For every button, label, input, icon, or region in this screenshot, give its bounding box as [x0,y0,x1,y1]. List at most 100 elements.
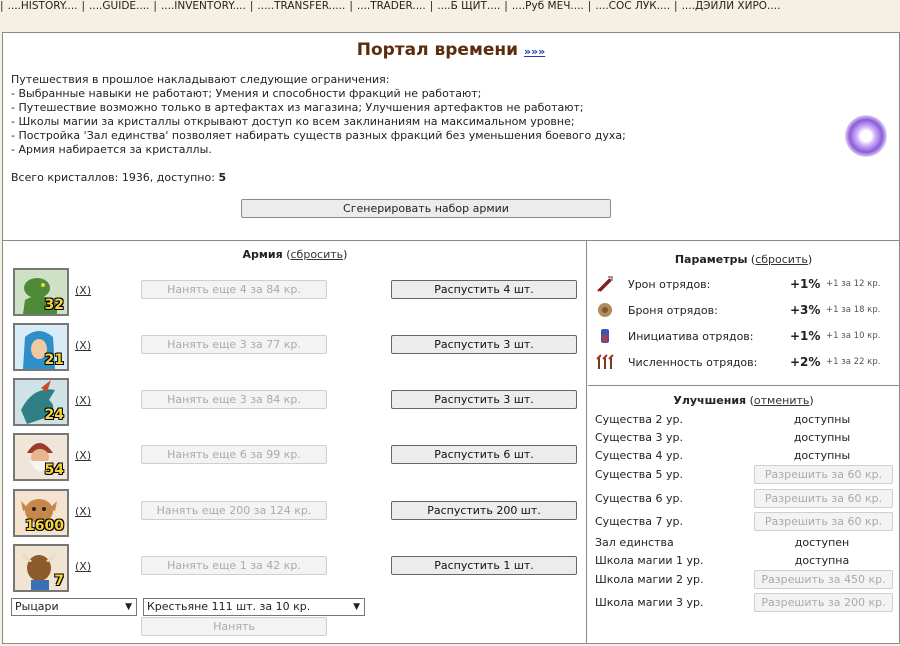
param-row[interactable]: Броня отрядов: +3% +1 за 18 кр. [588,299,899,323]
upgrade-row: Существа 7 ур. Разрешить за 60 кр. [588,512,899,532]
param-value: +3% [790,303,821,317]
parameters-heading: Параметры (сбросить) [674,253,813,266]
upgrades-heading: Улучшения (отменить) [673,394,814,407]
nav-daily-hero[interactable]: ....ДЭЙЛИ ХИРО.... [678,0,785,13]
chevron-down-icon: ▼ [125,602,132,612]
page-title: Портал времени »»» [356,40,546,60]
unlock-button[interactable]: Разрешить за 450 кр. [754,570,893,589]
unit-portrait[interactable]: 54 [13,433,69,481]
remove-unit-link[interactable]: (X) [75,449,91,462]
upgrade-status: доступны [793,413,851,426]
remove-unit-link[interactable]: (X) [75,505,91,518]
army-unit-row: 54 (X) Нанять еще 6 за 99 кр. Распустить… [3,433,587,483]
upgrade-row: Существа 2 ур. доступны [588,410,899,430]
parameters-reset-link[interactable]: сбросить [755,253,808,266]
rule-line: - Школы магии за кристаллы открывают дос… [11,115,575,129]
unlock-button[interactable]: Разрешить за 60 кр. [754,489,893,508]
top-navigation: | ....HISTORY.... | ....GUIDE.... | ....INVEN… [0,0,900,16]
hire-more-button[interactable]: Нанять еще 4 за 84 кр. [141,280,327,299]
unit-count: 21 [44,352,64,368]
army-heading: Армия (сбросить) [242,248,348,261]
generate-army-button[interactable]: Сгенерировать набор армии [241,199,611,218]
unit-portrait[interactable]: 1600 [13,489,69,537]
remove-unit-link[interactable]: (X) [75,394,91,407]
dismiss-button[interactable]: Распустить 1 шт. [391,556,577,575]
upgrade-row: Существа 5 ур. Разрешить за 60 кр. [588,465,899,485]
param-value: +1% [790,329,821,343]
nav-bow[interactable]: ....СОС ЛУК.... [591,0,674,13]
army-section: Армия (сбросить) 32 (X) Нанять еще 4 за … [3,241,587,643]
hire-more-button[interactable]: Нанять еще 1 за 42 кр. [141,556,327,575]
army-reset-link[interactable]: сбросить [291,248,344,261]
army-unit-row: 1600 (X) Нанять еще 200 за 124 кр. Распу… [3,489,587,539]
nav-trader[interactable]: ....TRADER.... [353,0,430,13]
crystals-info: Всего кристаллов: 1936, доступно: 5 [11,171,227,184]
param-price: +1 за 22 кр. [826,357,881,367]
nav-shield[interactable]: ....Б ЩИТ.... [433,0,504,13]
remove-unit-link[interactable]: (X) [75,339,91,352]
param-row[interactable]: Урон отрядов: +1% +1 за 12 кр. [588,273,899,297]
unlock-button[interactable]: Разрешить за 60 кр. [754,465,893,484]
param-price: +1 за 18 кр. [826,305,881,315]
upgrade-row: Существа 6 ур. Разрешить за 60 кр. [588,489,899,509]
troop-count-icon [596,354,614,369]
unlock-button[interactable]: Разрешить за 60 кр. [754,512,893,531]
crystals-available: 5 [218,171,227,184]
nav-sword[interactable]: ....Руб МЕЧ.... [508,0,588,13]
parameters-section: Параметры (сбросить) Урон отрядов: +1% +… [588,241,899,386]
unit-portrait[interactable]: 21 [13,323,69,371]
dismiss-button[interactable]: Распустить 3 шт. [391,390,577,409]
param-price: +1 за 12 кр. [826,279,881,289]
unit-count: 7 [54,573,64,589]
param-value: +1% [790,277,821,291]
remove-unit-link[interactable]: (X) [75,560,91,573]
restrictions-text: Путешествия в прошлое накладывают следую… [11,73,851,158]
title-more-link[interactable]: »»» [524,45,545,58]
upgrade-status: доступна [794,554,850,567]
damage-icon [597,276,613,292]
hire-more-button[interactable]: Нанять еще 200 за 124 кр. [141,501,327,520]
param-price: +1 за 10 кр. [826,331,881,341]
unit-count: 24 [44,407,64,423]
remove-unit-link[interactable]: (X) [75,284,91,297]
upgrade-status: доступны [793,431,851,444]
time-portal-panel: Портал времени »»» Путешествия в прошлое… [2,32,900,644]
army-unit-row: 32 (X) Нанять еще 4 за 84 кр. Распустить… [3,268,587,318]
dismiss-button[interactable]: Распустить 6 шт. [391,445,577,464]
hire-more-button[interactable]: Нанять еще 3 за 84 кр. [141,390,327,409]
nav-inventory[interactable]: ....INVENTORY.... [157,0,250,13]
param-row[interactable]: Численность отрядов: +2% +1 за 22 кр. [588,351,899,375]
dismiss-button[interactable]: Распустить 3 шт. [391,335,577,354]
portal-header: Портал времени »»» Путешествия в прошлое… [3,33,899,241]
nav-transfer[interactable]: .....TRANSFER..... [253,0,349,13]
unit-select[interactable]: Крестьяне 111 шт. за 10 кр. ▼ [143,598,365,616]
dismiss-button[interactable]: Распустить 200 шт. [391,501,577,520]
rule-line: - Армия набирается за кристаллы. [11,143,212,157]
faction-select[interactable]: Рыцари ▼ [11,598,137,616]
unit-portrait[interactable]: 7 [13,544,69,592]
dismiss-button[interactable]: Распустить 4 шт. [391,280,577,299]
upgrade-row: Существа 3 ур. доступны [588,428,899,448]
upgrade-row: Школа магии 1 ур. доступна [588,551,899,571]
nav-guide[interactable]: ....GUIDE.... [85,0,153,13]
initiative-icon [601,329,609,343]
unit-count: 54 [44,462,64,478]
hire-more-button[interactable]: Нанять еще 6 за 99 кр. [141,445,327,464]
armor-icon [598,303,612,317]
upgrades-cancel-link[interactable]: отменить [754,394,809,407]
chevron-down-icon: ▼ [353,602,360,612]
unit-portrait[interactable]: 32 [13,268,69,316]
army-unit-row: 21 (X) Нанять еще 3 за 77 кр. Распустить… [3,323,587,373]
param-row[interactable]: Инициатива отрядов: +1% +1 за 10 кр. [588,325,899,349]
unit-count: 32 [44,297,64,313]
upgrade-row: Школа магии 2 ур. Разрешить за 450 кр. [588,570,899,590]
army-unit-row: 7 (X) Нанять еще 1 за 42 кр. Распустить … [3,544,587,594]
hire-more-button[interactable]: Нанять еще 3 за 77 кр. [141,335,327,354]
unlock-button[interactable]: Разрешить за 200 кр. [754,593,893,612]
rule-line: - Путешествие возможно только в артефакт… [11,101,584,115]
unit-portrait[interactable]: 24 [13,378,69,426]
rule-line: - Постройка 'Зал единства' позволяет наб… [11,129,626,143]
upgrade-row: Зал единства доступен [588,533,899,553]
hire-button[interactable]: Нанять [141,617,327,636]
nav-history[interactable]: ....HISTORY.... [4,0,82,13]
